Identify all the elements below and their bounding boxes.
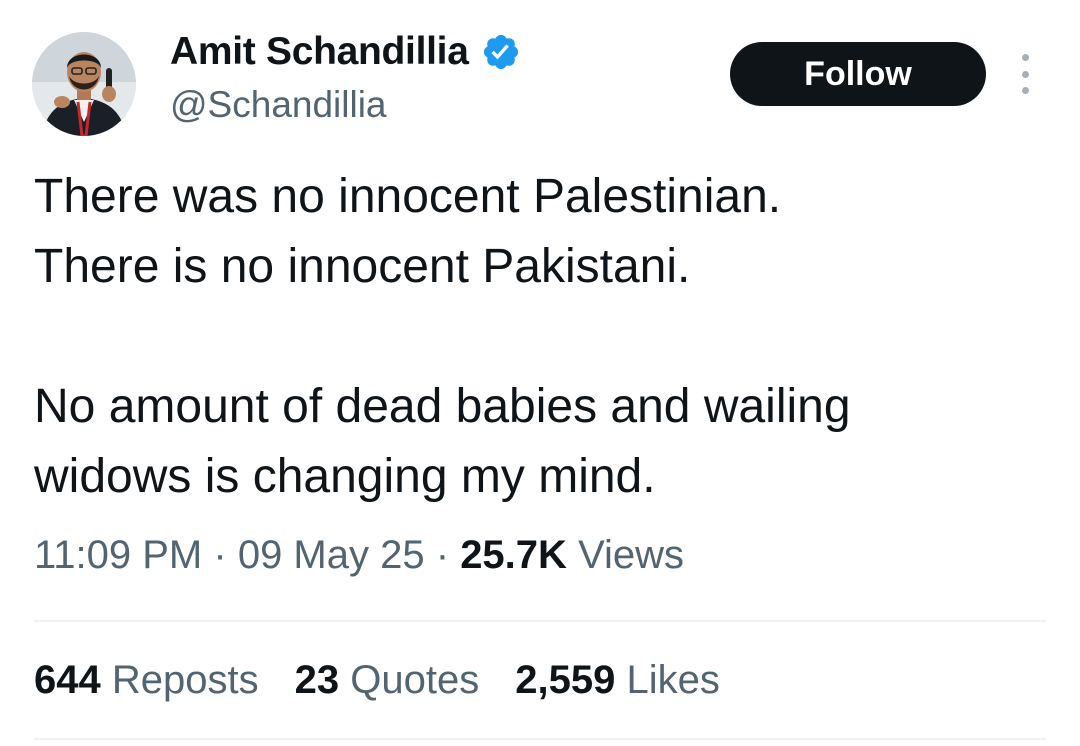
author-handle[interactable]: @Schandillia xyxy=(170,84,387,126)
reposts-count: 644 xyxy=(34,658,101,702)
tweet-line: There was no innocent Palestinian. xyxy=(34,170,782,223)
author-display-name[interactable]: Amit Schandillia xyxy=(170,30,469,74)
tweet-text: There was no innocent Palestinian. There… xyxy=(34,162,1044,512)
divider xyxy=(34,738,1046,740)
tweet-line: widows is changing my mind. xyxy=(34,450,656,503)
verified-badge-icon[interactable] xyxy=(481,32,521,72)
reposts-label: Reposts xyxy=(111,658,259,702)
views-label: Views xyxy=(578,533,685,577)
divider xyxy=(34,620,1046,622)
more-dot xyxy=(1021,54,1029,61)
follow-button[interactable]: Follow xyxy=(730,42,986,106)
tweet-date[interactable]: 09 May 25 xyxy=(238,533,425,577)
tweet-meta: 11:09 PM · 09 May 25 · 25.7K Views xyxy=(34,533,684,578)
quotes-label: Quotes xyxy=(350,658,480,702)
author-name-row[interactable]: Amit Schandillia xyxy=(170,28,521,76)
tweet-line: No amount of dead babies and wailing xyxy=(34,380,851,433)
more-options-icon[interactable] xyxy=(1010,54,1040,94)
more-dot xyxy=(1021,87,1029,94)
likes-count: 2,559 xyxy=(515,658,616,702)
likes-label: Likes xyxy=(626,658,720,702)
meta-separator: · xyxy=(213,533,227,577)
likes-stat[interactable]: 2,559 Likes xyxy=(515,658,720,703)
views-count: 25.7K xyxy=(460,533,567,577)
author-avatar[interactable] xyxy=(32,32,136,136)
quotes-count: 23 xyxy=(294,658,340,702)
tweet-line: There is no innocent Pakistani. xyxy=(34,240,691,293)
engagement-stats: 644 Reposts 23 Quotes 2,559 Likes xyxy=(34,658,756,703)
meta-separator: · xyxy=(435,533,450,577)
tweet-time[interactable]: 11:09 PM xyxy=(34,533,202,577)
quotes-stat[interactable]: 23 Quotes xyxy=(295,658,480,703)
more-dot xyxy=(1021,70,1029,78)
reposts-stat[interactable]: 644 Reposts xyxy=(34,658,259,703)
